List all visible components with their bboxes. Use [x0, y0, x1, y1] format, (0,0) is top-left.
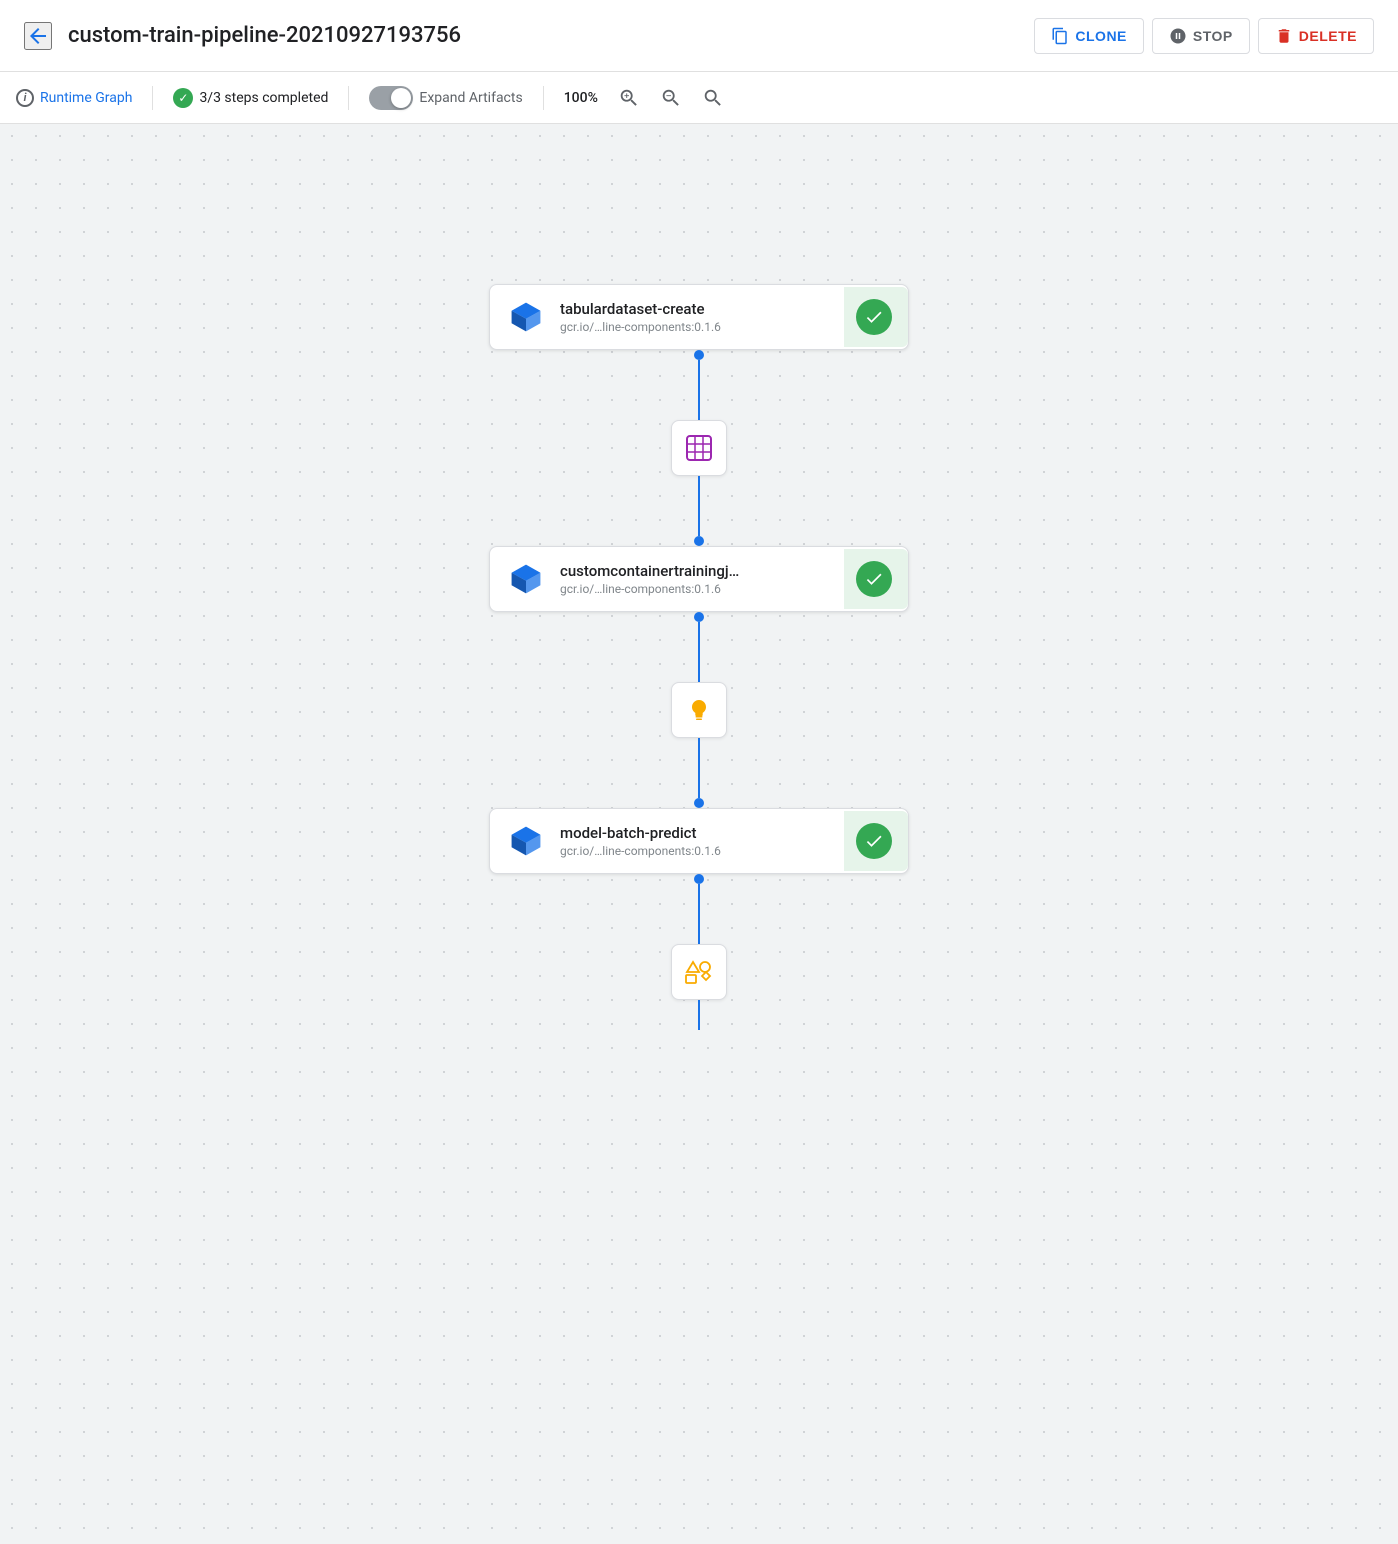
clone-button[interactable]: CLONE: [1034, 18, 1144, 54]
divider-2: [348, 86, 349, 110]
runtime-graph-label: Runtime Graph: [40, 90, 132, 106]
node-3-icon: [506, 821, 546, 861]
pipeline-flow: tabulardataset-create gcr.io/…line-compo…: [0, 124, 1398, 1030]
artifact-node-3[interactable]: [671, 944, 727, 1000]
header: custom-train-pipeline-20210927193756 CLO…: [0, 0, 1398, 72]
node-2-icon: [506, 559, 546, 599]
steps-check-icon: ✓: [173, 88, 193, 108]
zoom-level: 100%: [564, 90, 598, 106]
connector-line-1b: [698, 476, 700, 536]
pipeline-canvas: tabulardataset-create gcr.io/…line-compo…: [0, 124, 1398, 1544]
node-1-status-area: [844, 287, 908, 347]
zoom-in-button[interactable]: [618, 87, 640, 109]
node-3-status-icon: [856, 823, 892, 859]
toggle-knob: [391, 88, 411, 108]
delete-label: DELETE: [1299, 28, 1357, 44]
connector-3: [671, 874, 727, 1030]
stop-label: STOP: [1193, 28, 1233, 44]
pipeline-node-1[interactable]: tabulardataset-create gcr.io/…line-compo…: [489, 284, 909, 350]
connector-1: [671, 350, 727, 546]
node-1-icon: [506, 297, 546, 337]
node-3-name: model-batch-predict: [560, 824, 830, 842]
divider-3: [543, 86, 544, 110]
pipeline-node-3[interactable]: model-batch-predict gcr.io/…line-compone…: [489, 808, 909, 874]
pipeline-node-2[interactable]: customcontainertrainingj… gcr.io/…line-c…: [489, 546, 909, 612]
node-1-status-icon: [856, 299, 892, 335]
zoom-fit-button[interactable]: [702, 87, 724, 109]
expand-artifacts-label: Expand Artifacts: [419, 90, 522, 106]
connector-line-2a: [698, 622, 700, 682]
connector-line-3a: [698, 884, 700, 944]
header-actions: CLONE STOP DELETE: [1034, 18, 1374, 54]
node-3-info: model-batch-predict gcr.io/…line-compone…: [560, 824, 830, 858]
connector-dot-2: [694, 536, 704, 546]
info-icon: i: [16, 89, 34, 107]
divider-1: [152, 86, 153, 110]
connector-dot-4: [694, 798, 704, 808]
connector-dot-3: [694, 612, 704, 622]
node-2-name: customcontainertrainingj…: [560, 562, 830, 580]
toolbar: i Runtime Graph ✓ 3/3 steps completed Ex…: [0, 72, 1398, 124]
artifact-node-1[interactable]: [671, 420, 727, 476]
runtime-graph-tab[interactable]: i Runtime Graph: [16, 89, 132, 107]
artifact-node-2[interactable]: [671, 682, 727, 738]
delete-button[interactable]: DELETE: [1258, 18, 1374, 54]
connector-dot-5: [694, 874, 704, 884]
back-button[interactable]: [24, 22, 52, 50]
connector-dot-1: [694, 350, 704, 360]
stop-button[interactable]: STOP: [1152, 18, 1250, 54]
steps-label: 3/3 steps completed: [199, 90, 328, 106]
node-3-sub: gcr.io/…line-components:0.1.6: [560, 844, 830, 858]
steps-completed: ✓ 3/3 steps completed: [173, 88, 328, 108]
node-1-sub: gcr.io/…line-components:0.1.6: [560, 320, 830, 334]
node-2-status-icon: [856, 561, 892, 597]
connector-line-1a: [698, 360, 700, 420]
expand-artifacts-toggle-container[interactable]: Expand Artifacts: [369, 86, 522, 110]
zoom-out-button[interactable]: [660, 87, 682, 109]
connector-line-3b: [698, 1000, 700, 1030]
connector-line-2b: [698, 738, 700, 798]
node-3-status-area: [844, 811, 908, 871]
node-2-sub: gcr.io/…line-components:0.1.6: [560, 582, 830, 596]
node-1-name: tabulardataset-create: [560, 300, 830, 318]
expand-artifacts-toggle[interactable]: [369, 86, 413, 110]
node-2-status-area: [844, 549, 908, 609]
clone-label: CLONE: [1075, 28, 1127, 44]
connector-2: [671, 612, 727, 808]
node-1-info: tabulardataset-create gcr.io/…line-compo…: [560, 300, 830, 334]
node-2-info: customcontainertrainingj… gcr.io/…line-c…: [560, 562, 830, 596]
pipeline-title: custom-train-pipeline-20210927193756: [68, 23, 1018, 48]
